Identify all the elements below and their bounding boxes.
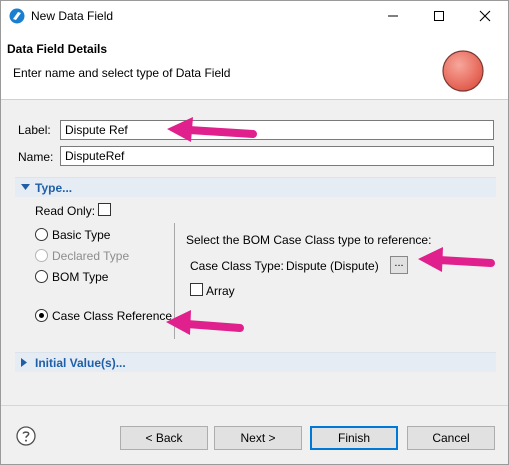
case-class-reference-label: Case Class Reference [52,309,173,323]
window-title: New Data Field [31,9,114,23]
label-input[interactable]: Dispute Ref [60,120,494,140]
annotation-arrow-label [167,117,257,142]
basic-type-radio[interactable] [35,228,48,241]
type-section-header[interactable]: Type... [15,177,496,197]
back-button[interactable]: < Back [120,426,208,450]
declared-type-radio [35,249,48,262]
read-only-label: Read Only: [35,204,96,218]
minimize-icon [388,15,398,17]
page-description: Enter name and select type of Data Field [13,66,231,80]
maximize-button[interactable] [416,1,462,31]
wizard-graphic-icon [442,50,484,92]
expand-triangle-icon [21,358,27,367]
basic-type-label: Basic Type [52,228,111,242]
cancel-button[interactable]: Cancel [407,426,495,450]
bom-type-radio[interactable] [35,270,48,283]
case-class-type-value: Dispute (Dispute) [286,259,379,273]
read-only-checkbox[interactable] [98,203,111,216]
annotation-arrow-case-class [166,310,244,335]
minimize-button[interactable] [370,1,416,31]
array-checkbox[interactable] [190,283,203,296]
initial-values-section-header[interactable]: Initial Value(s)... [15,352,496,372]
case-class-reference-radio[interactable] [35,309,48,322]
help-icon[interactable] [16,426,36,446]
finish-button[interactable]: Finish [310,426,398,450]
name-input[interactable]: DisputeRef [60,146,494,166]
annotation-arrow-browse [418,247,495,272]
app-logo-icon [9,8,25,24]
type-section-title: Type... [35,181,73,195]
initial-values-section-title: Initial Value(s)... [35,356,126,370]
collapse-triangle-icon [21,184,30,190]
close-icon [479,10,491,22]
bom-type-label: BOM Type [52,270,109,284]
dialog-window: New Data Field Data Field Details Enter … [0,0,509,465]
array-label: Array [206,284,235,298]
next-button[interactable]: Next > [214,426,302,450]
declared-type-label: Declared Type [52,249,130,263]
title-bar: New Data Field [1,1,508,31]
page-title: Data Field Details [7,42,108,56]
case-class-prompt: Select the BOM Case Class type to refere… [186,233,432,247]
name-caption: Name: [18,150,54,164]
close-button[interactable] [462,1,508,31]
wizard-header: Data Field Details Enter name and select… [1,31,508,100]
footer-separator [1,405,508,406]
maximize-icon [434,11,444,21]
case-class-type-label: Case Class Type: [190,259,284,273]
label-caption: Label: [18,123,51,137]
browse-case-class-button[interactable]: ... [390,256,408,274]
